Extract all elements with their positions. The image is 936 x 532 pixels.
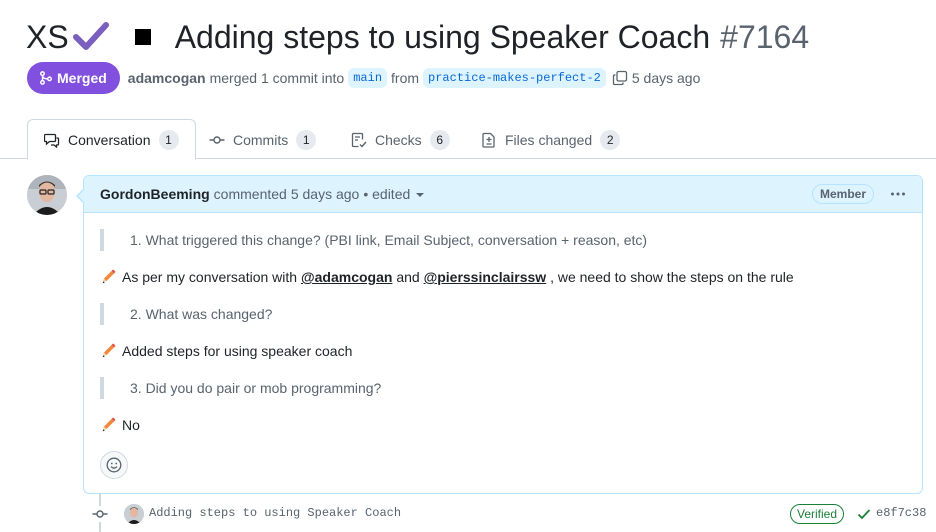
mention-link-pierssinclairssw[interactable]: @pierssinclairssw: [424, 269, 547, 285]
paragraph-text-post: , we need to show the steps on the rule: [550, 269, 794, 285]
tab-conversation-count: 1: [158, 129, 179, 150]
stop-square-icon: [134, 29, 151, 45]
merge-action-text: merged 1 commit into: [209, 70, 345, 86]
quote-text: 1. What triggered this change? (PBI link…: [130, 232, 648, 248]
merged-status-label: Merged: [57, 70, 107, 86]
quote-text: 3. Did you do pair or mob programming?: [130, 380, 382, 396]
pr-number: #7164: [720, 18, 810, 55]
blockquote: 3. Did you do pair or mob programming?: [100, 377, 381, 399]
paragraph-text-pre: As per my conversation with: [122, 269, 298, 285]
tab-checks-label: Checks: [375, 132, 422, 148]
pr-title-row: XS Adding steps to using Speaker Coach #…: [26, 14, 809, 60]
comment-time-link[interactable]: 5 days ago: [291, 186, 360, 202]
smiley-icon: [106, 457, 122, 473]
commit-icon: [92, 506, 108, 527]
from-text: from: [391, 70, 420, 86]
commit-author-avatar[interactable]: [124, 504, 144, 524]
checklist-icon: [351, 132, 367, 148]
checkmark-icon: [72, 22, 109, 52]
pencil-emoji-icon: [100, 343, 116, 359]
tab-files-changed[interactable]: Files changed 2: [465, 120, 636, 160]
tab-files-changed-label: Files changed: [505, 132, 593, 148]
commit-sha-link[interactable]: e8f7c38: [876, 506, 926, 520]
pencil-emoji-icon: [100, 269, 116, 285]
paragraph-text: No: [122, 417, 140, 433]
comment-action: commented: [213, 186, 287, 202]
comment-author-link[interactable]: GordonBeeming: [100, 186, 210, 202]
blockquote: 1. What triggered this change? (PBI link…: [100, 229, 647, 251]
size-label: XS: [26, 18, 69, 55]
mention-link-adamcogan[interactable]: @adamcogan: [301, 269, 392, 285]
file-diff-icon: [482, 132, 495, 148]
merger-author-link[interactable]: adamcogan: [128, 70, 206, 86]
tab-conversation-label: Conversation: [68, 131, 151, 148]
commit-icon: [209, 136, 225, 144]
pr-meta: Merged adamcogan merged 1 commit into ma…: [27, 62, 700, 94]
member-role-badge: Member: [811, 184, 874, 204]
paragraph: Added steps for using speaker coach: [100, 340, 352, 362]
tab-files-changed-count: 2: [600, 130, 621, 150]
tab-commits-label: Commits: [233, 132, 289, 148]
paragraph-text-mid: and: [396, 269, 420, 285]
commenter-avatar[interactable]: [27, 175, 67, 215]
tab-commits-count: 1: [296, 130, 317, 150]
paragraph: No: [100, 414, 140, 436]
head-branch-label[interactable]: practice-makes-perfect-2: [423, 68, 606, 88]
add-reaction-button[interactable]: [100, 451, 128, 479]
pencil-emoji-icon: [100, 417, 116, 433]
pr-title: Adding steps to using Speaker Coach: [174, 18, 711, 55]
merged-status-badge: Merged: [27, 62, 120, 94]
chevron-down-icon[interactable]: [416, 193, 425, 197]
kebab-menu-icon[interactable]: [890, 184, 906, 204]
copy-icon[interactable]: [612, 70, 628, 86]
verified-badge[interactable]: Verified: [790, 504, 845, 524]
git-merge-icon: [40, 71, 52, 85]
quote-text: 2. What was changed?: [130, 306, 273, 322]
comment-card: GordonBeeming commented 5 days ago • edi…: [76, 175, 923, 494]
commit-message-link[interactable]: Adding steps to using Speaker Coach: [149, 506, 401, 520]
tab-conversation[interactable]: Conversation 1: [27, 119, 196, 160]
check-icon[interactable]: [856, 506, 872, 527]
base-branch-label[interactable]: main: [348, 68, 388, 88]
paragraph-text: Added steps for using speaker coach: [122, 343, 353, 359]
comment-header: GordonBeeming commented 5 days ago • edi…: [84, 176, 922, 213]
conversation-icon: [44, 133, 60, 148]
comment-edited-dropdown[interactable]: • edited: [363, 186, 410, 202]
tab-checks[interactable]: Checks 6: [335, 120, 466, 160]
blockquote: 2. What was changed?: [100, 303, 272, 325]
tab-checks-count: 6: [429, 130, 450, 150]
paragraph: As per my conversation with @adamcogan a…: [100, 266, 794, 288]
commit-timeline-item: Adding steps to using Speaker Coach Veri…: [0, 500, 936, 528]
tab-commits[interactable]: Commits 1: [193, 120, 332, 160]
merge-time: 5 days ago: [631, 70, 701, 86]
pr-tabs: Conversation 1 Commits 1 Checks 6 Files …: [0, 118, 936, 160]
